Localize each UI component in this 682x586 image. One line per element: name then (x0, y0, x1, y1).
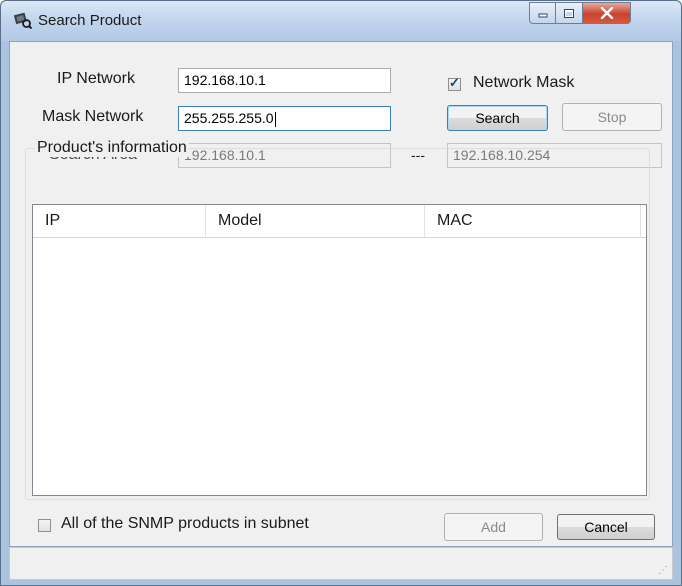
ip-network-value: 192.168.10.1 (184, 72, 266, 88)
network-mask-checkbox[interactable]: ✓ (448, 75, 461, 91)
column-header-mac[interactable]: MAC (425, 205, 641, 237)
mask-network-input[interactable]: 255.255.255.0 (178, 106, 391, 131)
snmp-products-label[interactable]: All of the SNMP products in subnet (61, 515, 309, 533)
search-product-window: Search Product IP Network 192.168.10.1 M… (0, 0, 682, 586)
window-title: Search Product (38, 12, 142, 29)
maximize-button[interactable] (556, 2, 583, 24)
resize-grip-icon[interactable]: ⋰ (658, 565, 668, 576)
ip-network-label: IP Network (57, 70, 135, 87)
network-mask-label[interactable]: Network Mask (473, 74, 574, 92)
minimize-button[interactable] (529, 2, 556, 24)
column-header-ip[interactable]: IP (33, 205, 206, 237)
products-group-title: Product's information (35, 139, 189, 157)
maximize-icon (564, 8, 574, 18)
title-bar[interactable]: Search Product (1, 1, 681, 41)
add-button[interactable]: Add (444, 513, 543, 541)
column-header-model[interactable]: Model (206, 205, 425, 237)
search-button[interactable]: Search (447, 105, 548, 131)
mask-network-label: Mask Network (42, 108, 144, 125)
checkmark-icon: ✓ (449, 75, 460, 90)
mask-network-value: 255.255.255.0 (184, 110, 274, 126)
products-list[interactable]: IP Model MAC (32, 204, 647, 496)
product-search-icon (14, 12, 32, 29)
stop-button[interactable]: Stop (562, 103, 662, 131)
close-button[interactable] (583, 2, 631, 24)
close-icon (600, 7, 613, 19)
snmp-products-checkbox[interactable] (38, 519, 51, 532)
status-bar: ⋰ (9, 547, 673, 580)
text-caret (274, 111, 276, 127)
ip-network-input[interactable]: 192.168.10.1 (178, 68, 391, 93)
products-list-header: IP Model MAC (33, 205, 646, 238)
cancel-button[interactable]: Cancel (557, 514, 655, 540)
minimize-icon (538, 13, 547, 18)
